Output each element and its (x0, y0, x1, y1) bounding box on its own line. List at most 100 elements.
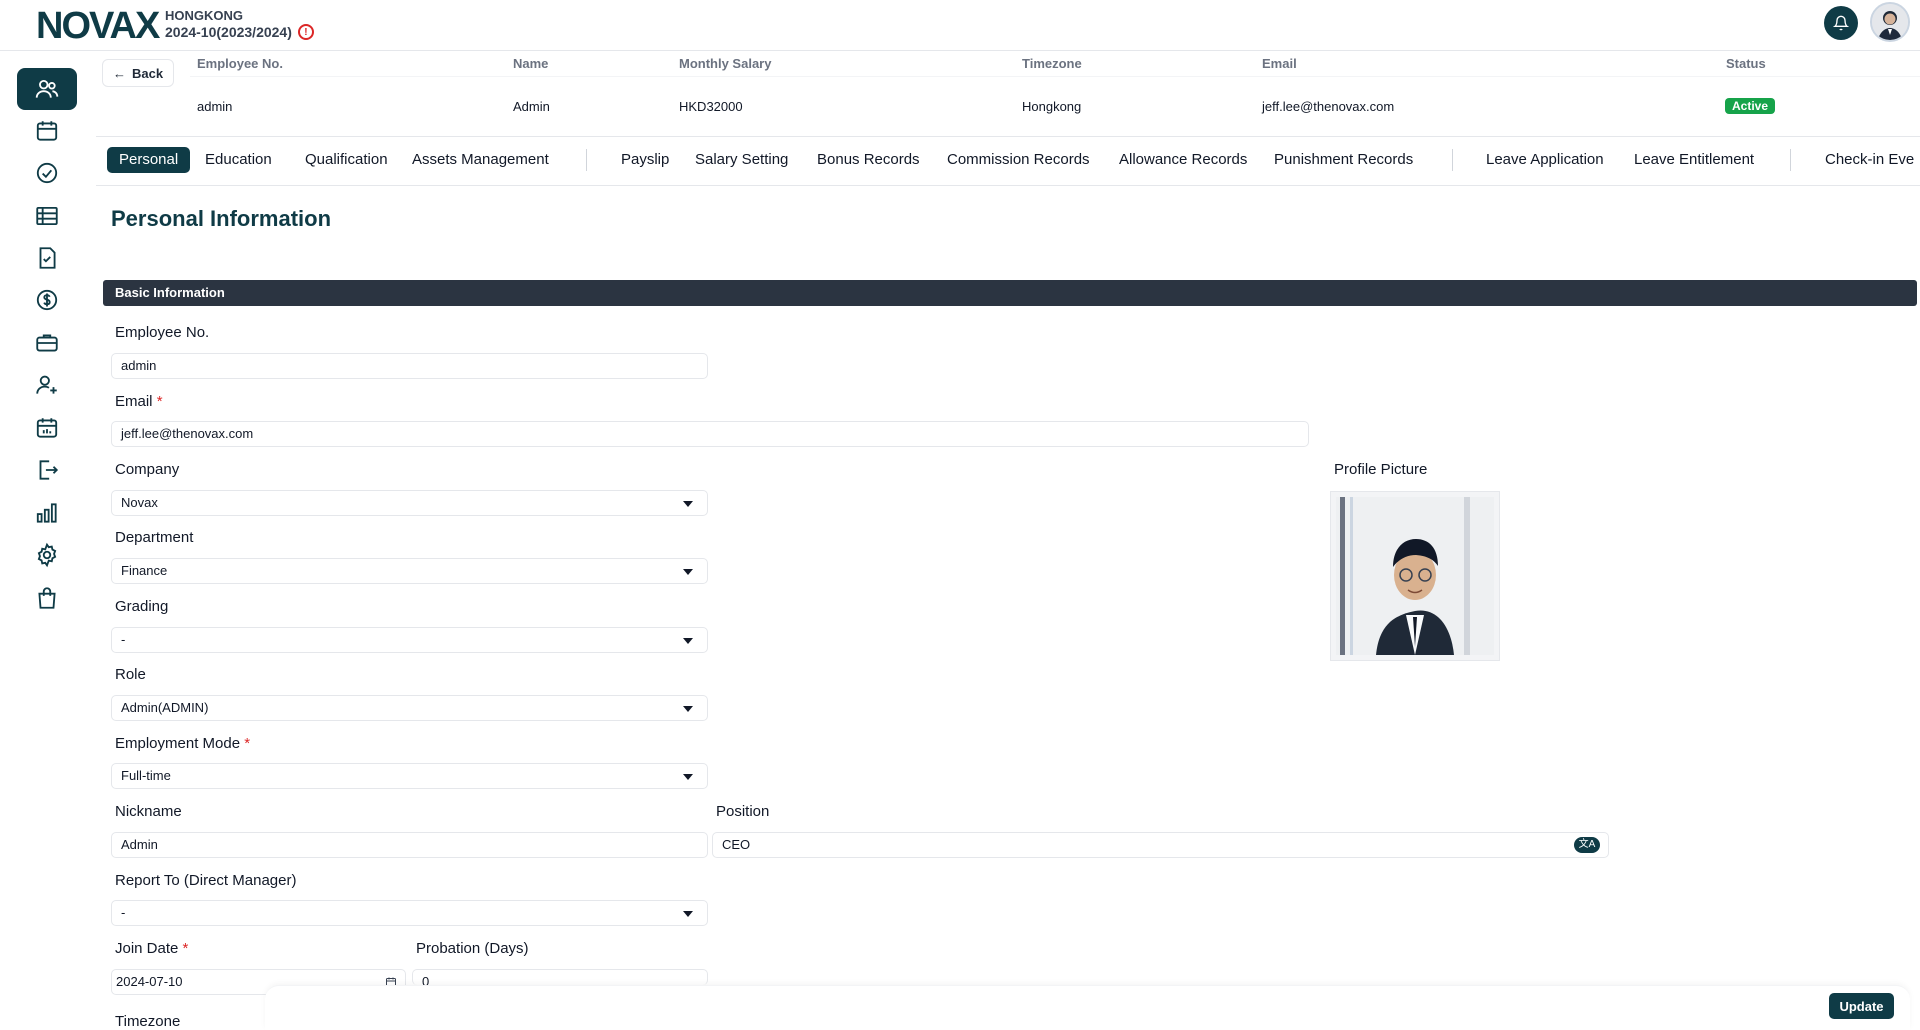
tab-payslip[interactable]: Payslip (621, 147, 669, 173)
sidebar-item-shop[interactable] (17, 577, 77, 619)
back-button[interactable]: ← Back (102, 59, 175, 87)
calendar-chart-icon (36, 418, 58, 438)
tab-personal[interactable]: Personal (107, 147, 191, 173)
logo: NOVAX (36, 5, 160, 47)
tab-check-in-events[interactable]: Check-in Eve (1825, 147, 1914, 173)
sidebar (0, 51, 96, 1030)
sidebar-item-table[interactable] (17, 195, 77, 237)
tab-leave-entitlement[interactable]: Leave Entitlement (1634, 147, 1754, 173)
check-circle-icon (36, 162, 58, 184)
department-select[interactable]: Finance (111, 558, 708, 584)
grading-select[interactable]: - (111, 627, 708, 653)
chevron-down-icon (683, 911, 693, 917)
probation-label: Probation (Days) (416, 940, 529, 957)
profile-photo (1336, 497, 1494, 655)
email-value: jeff.lee@thenovax.com (1262, 99, 1395, 114)
employee-no-field[interactable]: admin (111, 353, 708, 379)
chevron-down-icon (683, 501, 693, 507)
arrow-left-icon: ← (113, 65, 126, 81)
profile-picture-label: Profile Picture (1334, 461, 1428, 478)
report-to-label: Report To (Direct Manager) (115, 872, 297, 889)
position-field[interactable]: CEO 文A (712, 832, 1609, 858)
sidebar-item-approvals[interactable] (17, 152, 77, 194)
tab-assets-management[interactable]: Assets Management (412, 147, 549, 173)
translate-icon[interactable]: 文A (1574, 837, 1600, 853)
company-select[interactable]: Novax (111, 490, 708, 516)
profile-picture[interactable] (1330, 491, 1500, 661)
chevron-down-icon (683, 774, 693, 780)
page-title: Personal Information (111, 206, 332, 231)
header-monthly-salary: Monthly Salary (679, 56, 772, 71)
tab-punishment-records[interactable]: Punishment Records (1274, 147, 1413, 173)
tab-commission-records[interactable]: Commission Records (947, 147, 1090, 173)
role-value: Admin(ADMIN) (121, 700, 209, 715)
header-status: Status (1726, 56, 1766, 71)
period-label: 2024-10(2023/2024) (165, 24, 292, 40)
grading-value: - (121, 632, 126, 647)
sidebar-item-schedule[interactable] (17, 407, 77, 449)
tab-divider (1790, 149, 1791, 171)
report-to-value: - (121, 905, 126, 920)
position-label: Position (716, 803, 770, 820)
employment-mode-label: Employment Mode * (115, 735, 251, 752)
sidebar-item-jobs[interactable] (17, 322, 77, 364)
monthly-salary-value: HKD32000 (679, 99, 743, 114)
sidebar-item-payroll[interactable] (17, 279, 77, 321)
tab-allowance-records[interactable]: Allowance Records (1119, 147, 1247, 173)
back-label: Back (132, 65, 164, 81)
nickname-label: Nickname (115, 803, 182, 820)
position-value: CEO (722, 837, 751, 852)
email-field[interactable]: jeff.lee@thenovax.com (111, 421, 1309, 447)
join-date-value: 2024-07-10 (116, 974, 183, 989)
header-employee-no: Employee No. (197, 56, 283, 71)
user-plus-icon (36, 375, 57, 394)
shopping-bag-icon (38, 587, 56, 609)
probation-field[interactable]: 0 (412, 969, 708, 985)
notification-bell-button[interactable] (1824, 6, 1858, 40)
sidebar-item-recruitment[interactable] (17, 364, 77, 406)
email-label: Email * (115, 393, 163, 410)
tab-salary-setting[interactable]: Salary Setting (695, 147, 788, 173)
bar-chart-icon (36, 503, 57, 523)
sidebar-item-resignation[interactable] (17, 449, 77, 491)
header-email: Email (1262, 56, 1297, 71)
sidebar-item-settings[interactable] (17, 534, 77, 576)
tab-divider (1452, 149, 1453, 171)
table-icon (36, 206, 58, 226)
header-name: Name (513, 56, 549, 71)
employment-mode-select[interactable]: Full-time (111, 763, 708, 789)
tab-leave-application[interactable]: Leave Application (1486, 147, 1604, 173)
chevron-down-icon (683, 569, 693, 575)
nickname-field[interactable]: Admin (111, 832, 708, 858)
employee-no-label: Employee No. (115, 324, 210, 341)
tab-qualification[interactable]: Qualification (305, 147, 388, 173)
department-value: Finance (121, 563, 168, 578)
header-timezone: Timezone (1022, 56, 1082, 71)
join-date-label: Join Date * (115, 940, 189, 957)
chevron-down-icon (683, 638, 693, 644)
summary-divider (190, 76, 1920, 77)
sidebar-item-employees[interactable] (17, 68, 77, 110)
portrait-image (1336, 497, 1494, 655)
grading-label: Grading (115, 598, 169, 615)
tab-education[interactable]: Education (205, 147, 272, 173)
department-label: Department (115, 529, 194, 546)
tab-divider (586, 149, 587, 171)
role-select[interactable]: Admin(ADMIN) (111, 695, 708, 721)
report-to-select[interactable]: - (111, 900, 708, 926)
sidebar-item-reports[interactable] (17, 492, 77, 534)
users-icon (35, 79, 59, 98)
sidebar-item-documents[interactable] (17, 237, 77, 279)
chevron-down-icon (683, 706, 693, 712)
user-avatar[interactable] (1870, 2, 1910, 42)
update-button[interactable]: Update (1829, 993, 1894, 1019)
tab-bonus-records[interactable]: Bonus Records (817, 147, 920, 173)
calendar-icon (36, 121, 58, 141)
timezone-label: Timezone (115, 1013, 181, 1030)
sidebar-item-calendar[interactable] (17, 110, 77, 152)
name-value: Admin (513, 99, 550, 114)
company-label: Company (115, 461, 180, 478)
timezone-value: Hongkong (1022, 99, 1082, 114)
basic-information-header: Basic Information (103, 280, 1917, 306)
warning-icon[interactable]: ! (297, 24, 314, 40)
